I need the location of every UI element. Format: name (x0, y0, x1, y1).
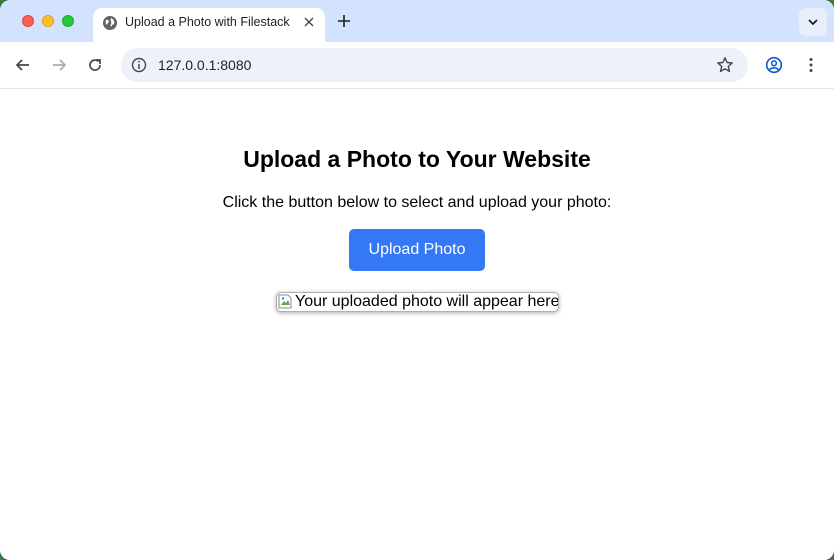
browser-window: Upload a Photo with Filestack 127.0.0.1:… (0, 0, 834, 560)
broken-image-icon (278, 294, 292, 309)
tab-active[interactable]: Upload a Photo with Filestack (93, 8, 325, 42)
page-title: Upload a Photo to Your Website (243, 146, 591, 172)
tab-search-button[interactable] (799, 8, 827, 36)
tab-title: Upload a Photo with Filestack (125, 15, 290, 29)
close-icon[interactable] (303, 16, 315, 28)
window-close-button[interactable] (22, 15, 34, 27)
tab-strip: Upload a Photo with Filestack (0, 0, 834, 42)
more-vertical-icon[interactable] (802, 56, 820, 74)
profile-avatar-icon[interactable] (765, 56, 783, 74)
forward-arrow-icon[interactable] (50, 56, 68, 74)
uploaded-photo-placeholder: Your uploaded photo will appear here (276, 292, 559, 312)
page-content: Upload a Photo to Your Website Click the… (0, 89, 834, 560)
site-info-icon[interactable] (131, 57, 147, 73)
chevron-down-icon (808, 19, 818, 26)
upload-photo-button[interactable]: Upload Photo (349, 229, 485, 271)
globe-icon (103, 16, 117, 30)
window-minimize-button[interactable] (42, 15, 54, 27)
new-tab-plus-icon[interactable] (337, 14, 351, 28)
back-arrow-icon[interactable] (14, 56, 32, 74)
window-maximize-button[interactable] (62, 15, 74, 27)
browser-toolbar: 127.0.0.1:8080 (0, 42, 834, 89)
address-bar[interactable]: 127.0.0.1:8080 (121, 48, 748, 82)
upload-instruction: Click the button below to select and upl… (222, 194, 612, 211)
reload-icon[interactable] (86, 56, 104, 74)
bookmark-star-icon[interactable] (716, 56, 734, 74)
photo-alt-text: Your uploaded photo will appear here (295, 293, 559, 310)
url-text[interactable]: 127.0.0.1:8080 (158, 57, 251, 73)
